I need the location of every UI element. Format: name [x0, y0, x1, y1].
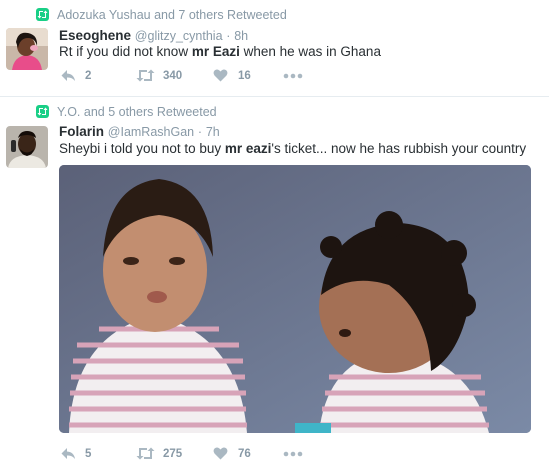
more-icon	[283, 73, 303, 79]
tweet-text: Rt if you did not know mr Eazi when he w…	[59, 43, 381, 60]
tweet-timestamp[interactable]: 8h	[234, 29, 248, 43]
photo-two-children	[59, 165, 531, 433]
display-name[interactable]: Folarin	[59, 124, 104, 139]
retweet-button[interactable]: 275	[136, 445, 196, 463]
retweet-count: 275	[163, 448, 183, 460]
tweet-card[interactable]: Adozuka Yushau and 7 others Retweeted Es…	[0, 0, 549, 97]
reply-count: 5	[85, 448, 92, 460]
more-button[interactable]	[283, 67, 305, 85]
heart-icon	[213, 69, 228, 82]
retweet-icon	[136, 447, 155, 460]
tweet-card[interactable]: Y.O. and 5 others Retweeted Folarin @Iam…	[0, 97, 549, 468]
retweet-count: 340	[163, 70, 183, 82]
tweet-text-part: when he was in Ghana	[239, 44, 381, 59]
reply-button[interactable]: 5	[61, 445, 101, 463]
like-count: 76	[238, 448, 251, 460]
retweet-icon	[36, 105, 49, 118]
retweet-context-text[interactable]: Y.O. and 5 others Retweeted	[57, 105, 217, 119]
tweet-text-part: Rt if you did not know	[59, 44, 192, 59]
like-button[interactable]: 76	[213, 445, 263, 463]
tweet-actions: 2 340 16	[59, 67, 319, 85]
tweet-text-part: 's ticket... now he has rubbish your cou…	[271, 141, 527, 156]
tweet-text: Sheybi i told you not to buy mr eazi's t…	[59, 140, 526, 157]
tweet-header: Folarin @IamRashGan · 7h	[59, 123, 220, 141]
tweet-text-part: Sheybi i told you not to buy	[59, 141, 225, 156]
tweet-timestamp[interactable]: 7h	[206, 125, 220, 139]
more-button[interactable]	[283, 445, 305, 463]
like-count: 16	[238, 70, 251, 82]
heart-icon	[213, 447, 228, 460]
avatar[interactable]	[6, 126, 48, 168]
time-separator: ·	[226, 29, 231, 43]
more-icon	[283, 451, 303, 457]
retweet-context: Y.O. and 5 others Retweeted	[36, 104, 217, 120]
avatar[interactable]	[6, 28, 48, 70]
time-separator: ·	[197, 125, 203, 139]
retweet-icon	[36, 8, 49, 21]
tweet-photo[interactable]	[59, 165, 531, 433]
like-button[interactable]: 16	[213, 67, 263, 85]
retweet-context-text[interactable]: Adozuka Yushau and 7 others Retweeted	[57, 8, 287, 22]
display-name[interactable]: Eseoghene	[59, 28, 131, 43]
retweet-button[interactable]: 340	[136, 67, 196, 85]
retweet-icon	[136, 69, 155, 82]
reply-icon	[61, 70, 75, 81]
tweet-text-bold: mr Eazi	[191, 44, 240, 59]
reply-button[interactable]: 2	[61, 67, 101, 85]
reply-count: 2	[85, 70, 92, 82]
retweet-context: Adozuka Yushau and 7 others Retweeted	[36, 7, 287, 23]
tweet-actions: 5 275 76	[59, 445, 319, 463]
reply-icon	[61, 448, 75, 459]
user-handle[interactable]: @glitzy_cynthia	[135, 29, 223, 43]
user-handle[interactable]: @IamRashGan	[108, 125, 194, 139]
tweet-text-bold: mr eazi	[224, 141, 272, 156]
